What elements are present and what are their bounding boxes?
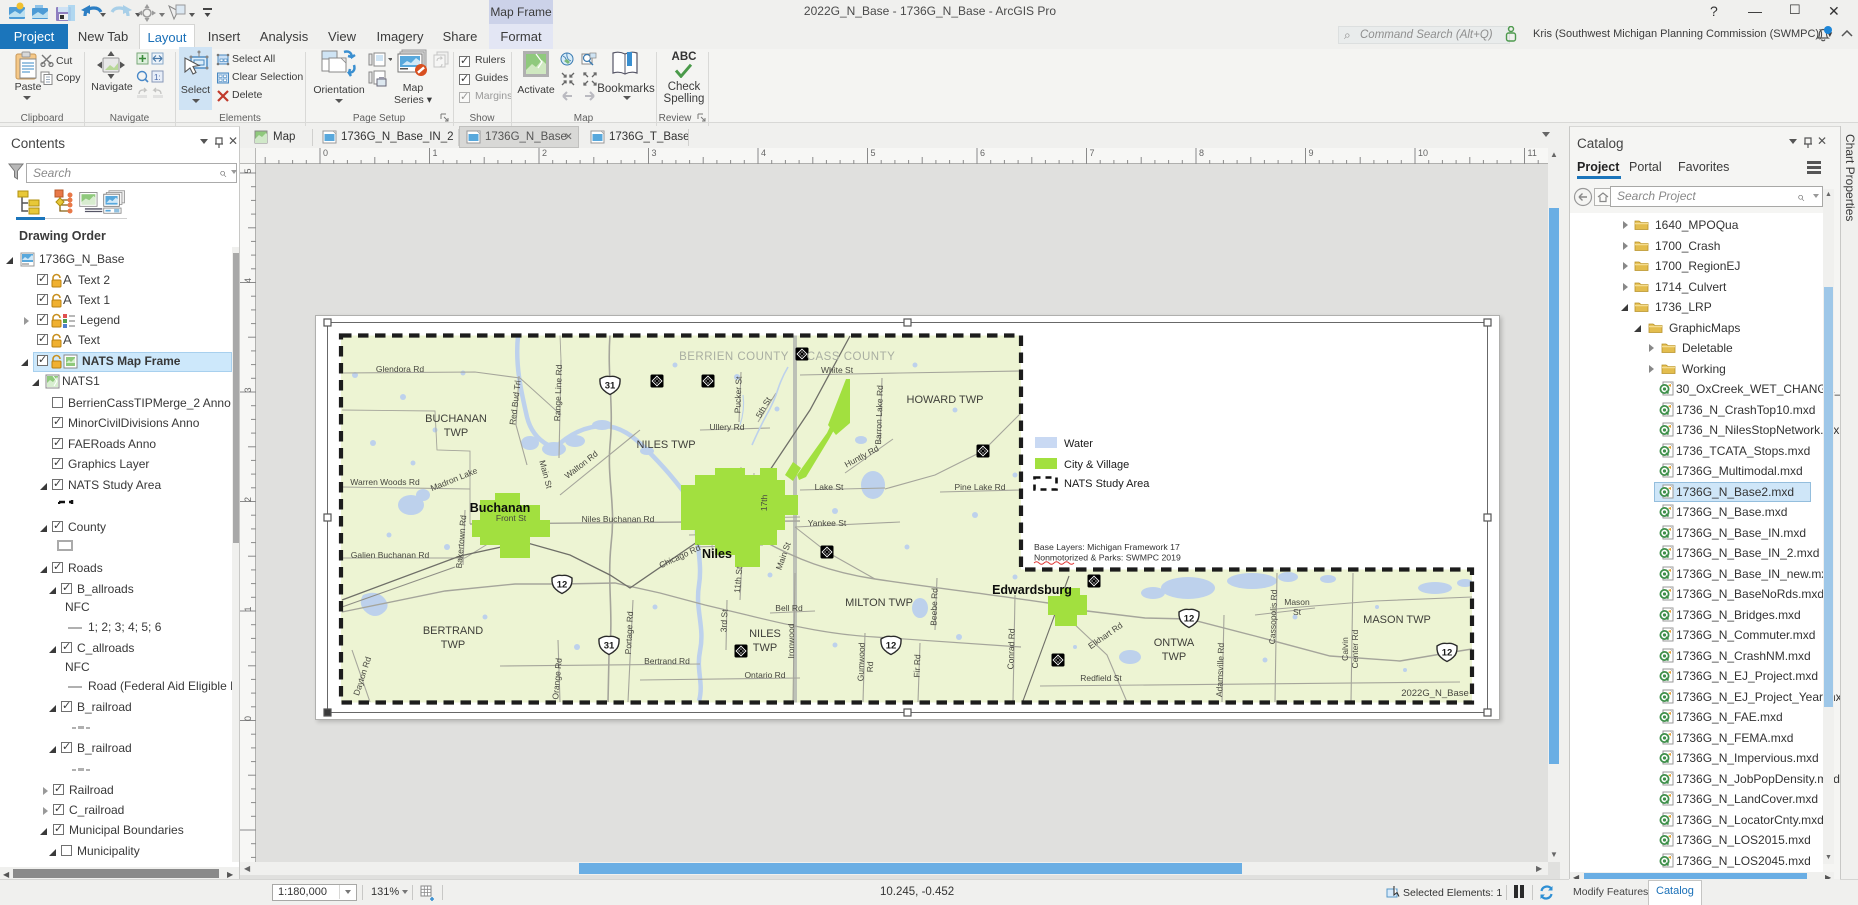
svg-text:6: 6 [980,148,985,158]
svg-text:2: 2 [542,148,547,158]
svg-text:Pucker St: Pucker St [732,376,743,414]
svg-text:0: 0 [243,716,253,721]
svg-text:Water: Water [1064,438,1093,450]
svg-text:Niles Buchanan Rd: Niles Buchanan Rd [582,514,655,524]
svg-text:BERTRAND: BERTRAND [423,625,483,637]
svg-text:Center Rd: Center Rd [1350,629,1360,668]
svg-text:Conrad Rd: Conrad Rd [1005,628,1016,670]
svg-text:11: 11 [1528,148,1537,158]
svg-text:Niles: Niles [702,547,732,561]
svg-text:12: 12 [886,641,897,652]
svg-text:Warren Woods Rd: Warren Woods Rd [350,477,420,487]
svg-text:10: 10 [1418,148,1428,158]
svg-text:City & Village: City & Village [1064,459,1129,471]
svg-text:Mason: Mason [1284,597,1310,607]
svg-text:4: 4 [761,148,766,158]
svg-text:Adamsville Rd: Adamsville Rd [1214,642,1226,697]
svg-text:3rd St: 3rd St [718,609,729,633]
svg-text:HOWARD TWP: HOWARD TWP [907,394,984,406]
svg-text:Front St: Front St [496,513,527,523]
svg-text:1: 1 [433,148,438,158]
svg-text:TWP: TWP [441,639,465,651]
svg-text:Ullery Rd: Ullery Rd [710,422,745,432]
svg-text:TWP: TWP [444,427,468,439]
svg-text:12: 12 [1184,614,1195,625]
svg-text:Ironwood: Ironwood [786,623,796,658]
svg-text:Ontario Rd: Ontario Rd [744,670,785,680]
svg-text:4: 4 [243,278,253,283]
svg-text:5: 5 [243,168,253,173]
svg-text:MASON TWP: MASON TWP [1363,614,1431,626]
svg-text:St: St [1293,607,1302,617]
svg-text:Glendora Rd: Glendora Rd [376,364,424,374]
svg-text:NILES: NILES [749,628,781,640]
svg-text:Beebe Rd: Beebe Rd [928,588,939,626]
svg-text:31: 31 [605,381,616,392]
svg-text:ONTWA: ONTWA [1154,637,1195,649]
svg-text:1: 1 [243,606,253,611]
svg-text:Pine Lake Rd: Pine Lake Rd [954,482,1005,492]
svg-text:TWP: TWP [753,642,777,654]
svg-text:Edwardsburg: Edwardsburg [992,583,1072,597]
svg-text:9: 9 [1309,148,1314,158]
svg-text:Calvin: Calvin [1340,637,1350,661]
svg-text:NILES TWP: NILES TWP [636,439,695,451]
svg-text:12: 12 [1442,648,1453,659]
svg-text:Nonmotorized & Parks: SWMPC 20: Nonmotorized & Parks: SWMPC 2019 [1034,553,1181,563]
svg-text:Yankee St: Yankee St [808,518,847,528]
svg-text:0: 0 [323,148,328,158]
svg-text:5: 5 [871,148,876,158]
svg-text:BUCHANAN: BUCHANAN [425,413,487,425]
svg-text:Barron Lake Rd: Barron Lake Rd [873,385,885,445]
svg-text:Bertrand Rd: Bertrand Rd [644,656,690,666]
svg-text:12: 12 [557,580,568,591]
svg-text:BERRIEN COUNTY: BERRIEN COUNTY [679,351,789,363]
svg-text:Cassopolis Rd: Cassopolis Rd [1267,589,1279,644]
svg-text:White St: White St [821,365,854,375]
svg-text:CASS COUNTY: CASS COUNTY [807,351,896,363]
svg-text:Galien Buchanan Rd: Galien Buchanan Rd [351,550,430,560]
svg-text:Bell Rd: Bell Rd [775,603,803,613]
svg-text:1:: 1: [154,73,161,82]
svg-text:17th: 17th [759,494,770,511]
svg-text:MILTON TWP: MILTON TWP [845,597,913,609]
svg-text:3: 3 [652,148,657,158]
svg-text:NATS Study Area: NATS Study Area [1064,478,1150,490]
svg-text:3: 3 [243,387,253,392]
svg-text:Fir Rd: Fir Rd [912,654,923,678]
svg-text:Rd: Rd [865,661,875,672]
svg-text:Redfield St: Redfield St [1080,673,1122,683]
svg-text:Lake St: Lake St [815,482,844,492]
svg-text:Range Line Rd: Range Line Rd [552,364,564,421]
svg-text:7: 7 [1090,148,1095,158]
svg-text:2022G_N_Base: 2022G_N_Base [1401,688,1469,699]
svg-text:TWP: TWP [1162,651,1186,663]
svg-text:Base Layers: Michigan Framewor: Base Layers: Michigan Framework 17 [1034,542,1180,552]
svg-text:8: 8 [1199,148,1204,158]
svg-text:31: 31 [604,641,615,652]
svg-text:2: 2 [243,497,253,502]
